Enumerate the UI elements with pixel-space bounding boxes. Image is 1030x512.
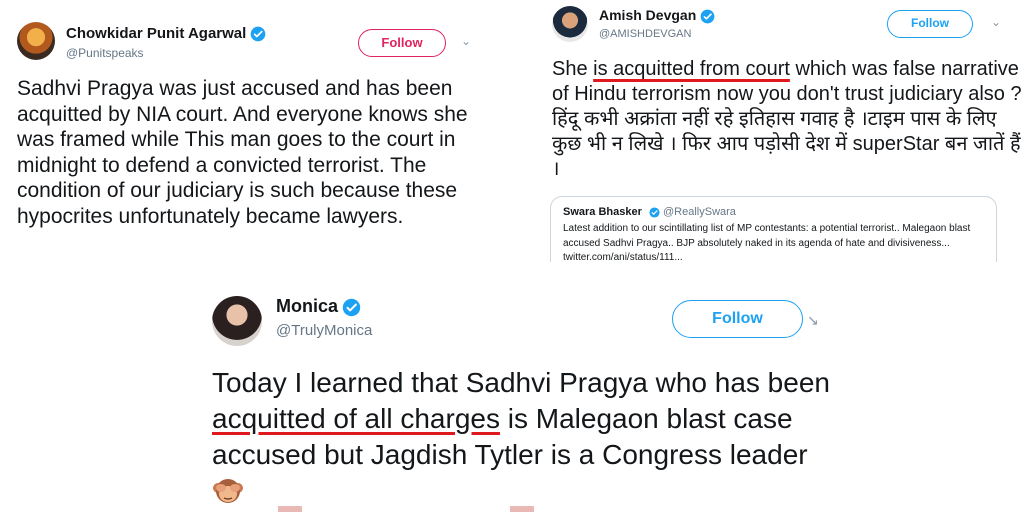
- verified-badge-icon: [250, 26, 266, 42]
- tweet-card-punit: Chowkidar Punit Agarwal @Punitspeaks Fol…: [0, 0, 520, 262]
- user-name-text[interactable]: Monica: [276, 296, 338, 316]
- verified-badge-icon: [649, 207, 660, 218]
- user-handle[interactable]: @TrulyMonica: [276, 322, 372, 339]
- highlighted-phrase: acquitted of all charges: [212, 402, 500, 434]
- tweet-text-start: She: [552, 58, 594, 80]
- tweet-text: She is acquitted from court which was fa…: [552, 57, 1022, 182]
- avatar[interactable]: [212, 296, 262, 346]
- tweet-text-start: Today I learned that Sadhvi Pragya who h…: [212, 367, 830, 398]
- avatar[interactable]: [17, 22, 55, 60]
- quoted-user-name: Swara Bhasker: [563, 206, 642, 218]
- follow-button[interactable]: Follow: [672, 300, 803, 338]
- tweet-card-amish: Amish Devgan @AMISHDEVGAN Follow ⌄ She i…: [540, 0, 1030, 262]
- quoted-tweet[interactable]: Swara Bhasker @ReallySwara Latest additi…: [550, 196, 997, 262]
- quoted-user-handle: @ReallySwara: [663, 206, 736, 218]
- tweet-card-monica: Monica @TrulyMonica Follow ↘ Today I lea…: [195, 282, 835, 512]
- quoted-tweet-text: Latest addition to our scintillating lis…: [563, 223, 971, 262]
- chevron-down-icon[interactable]: ⌄: [991, 15, 1001, 29]
- cropped-next-content: [230, 506, 630, 512]
- verified-badge-icon: [342, 298, 361, 316]
- verified-badge-icon: [700, 9, 715, 24]
- user-name[interactable]: Amish Devgan: [599, 7, 715, 24]
- user-name[interactable]: Monica: [276, 296, 361, 317]
- user-name-text[interactable]: Amish Devgan: [599, 7, 696, 23]
- chevron-down-icon[interactable]: ↘: [807, 312, 819, 329]
- user-handle[interactable]: @AMISHDEVGAN: [599, 28, 691, 40]
- follow-button[interactable]: Follow: [358, 29, 446, 57]
- see-no-evil-monkey-icon: [213, 479, 243, 504]
- tweet-text: Today I learned that Sadhvi Pragya who h…: [212, 365, 832, 508]
- follow-button[interactable]: Follow: [887, 10, 973, 38]
- tweet-text: Sadhvi Pragya was just accused and has b…: [17, 77, 468, 229]
- user-handle[interactable]: @Punitspeaks: [66, 46, 144, 60]
- chevron-down-icon[interactable]: ⌄: [461, 34, 471, 48]
- highlighted-phrase: is acquitted from court: [593, 58, 790, 80]
- user-name[interactable]: Chowkidar Punit Agarwal: [66, 25, 266, 42]
- user-name-text[interactable]: Chowkidar Punit Agarwal: [66, 25, 246, 42]
- quoted-tweet-header: Swara Bhasker @ReallySwara: [563, 206, 984, 218]
- avatar[interactable]: [552, 6, 588, 42]
